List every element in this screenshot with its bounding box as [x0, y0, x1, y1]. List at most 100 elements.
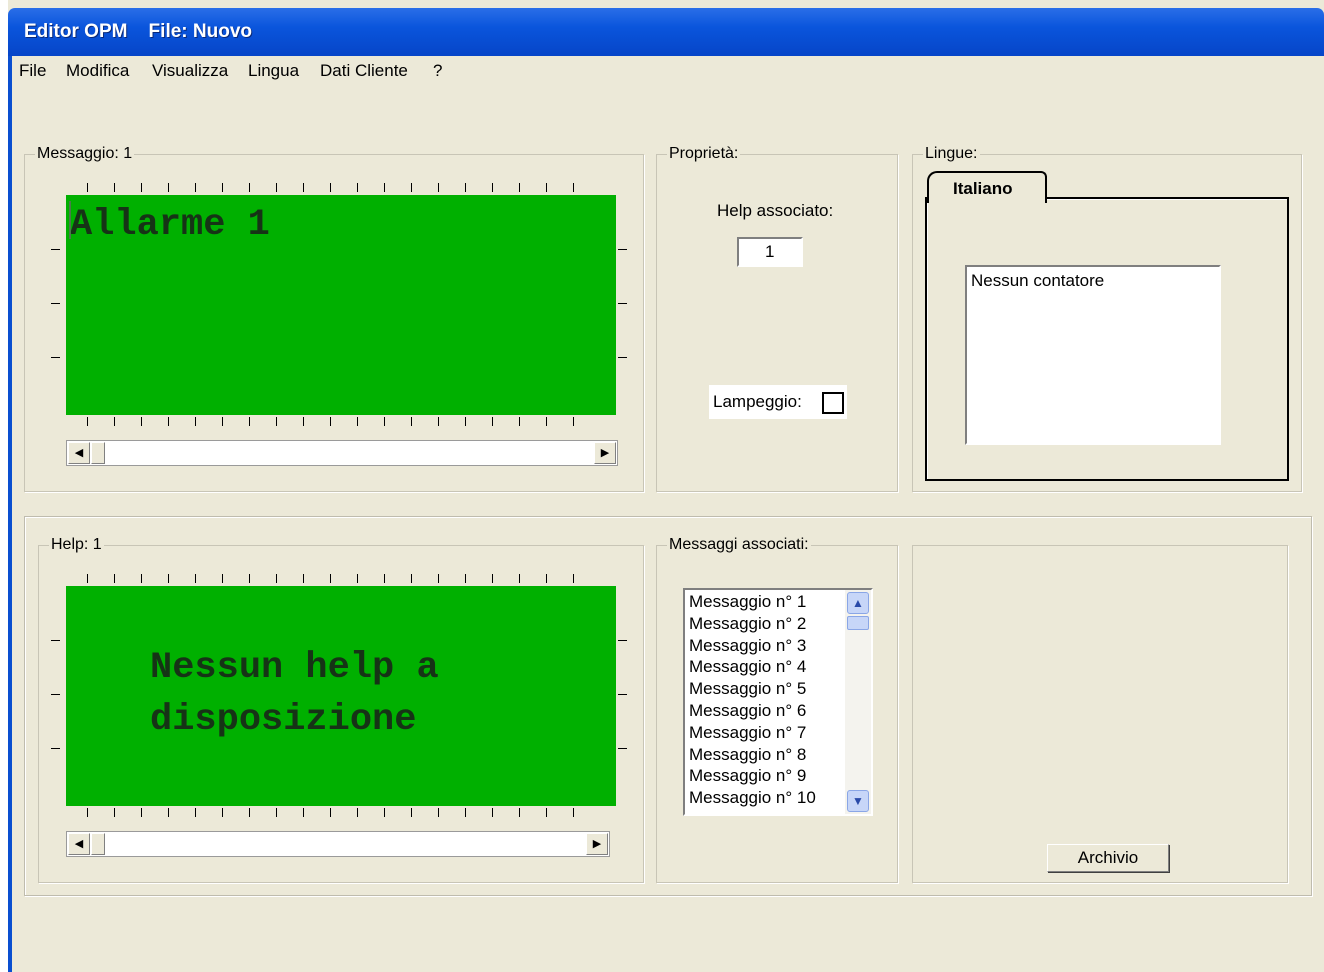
ruler-tick [141, 183, 142, 192]
scroll-up-button[interactable]: ▲ [847, 592, 869, 614]
ruler-tick [303, 183, 304, 192]
ruler-tick [618, 640, 627, 641]
scroll-thumb[interactable] [847, 616, 869, 630]
ruler-tick [249, 574, 250, 583]
ruler-tick [51, 640, 60, 641]
list-item[interactable]: Messaggio n° 9 [689, 766, 806, 786]
ruler-tick [357, 574, 358, 583]
list-item[interactable]: Messaggio n° 4 [689, 657, 806, 677]
ruler-tick [222, 574, 223, 583]
scroll-thumb[interactable] [91, 833, 105, 855]
ruler-tick [195, 183, 196, 192]
ruler-tick [573, 417, 574, 426]
ruler-tick [330, 574, 331, 583]
text-cursor [69, 201, 71, 239]
ruler-tick [465, 574, 466, 583]
ruler-tick [546, 574, 547, 583]
scroll-right-button[interactable]: ▶ [594, 442, 616, 464]
ruler-top [87, 183, 607, 193]
list-item[interactable]: Messaggio n° 8 [689, 745, 806, 765]
scroll-left-button[interactable]: ◀ [68, 833, 90, 855]
ruler-tick [222, 183, 223, 192]
lingue-legend: Lingue: [923, 145, 980, 163]
ruler-tick [546, 808, 547, 817]
ruler-tick [618, 249, 627, 250]
lampeggio-checkbox[interactable] [822, 392, 844, 414]
ruler-tick [330, 183, 331, 192]
ruler-tick [519, 808, 520, 817]
ruler-tick [492, 808, 493, 817]
tab-italiano-label: Italiano [953, 179, 1013, 198]
ruler-tick [573, 183, 574, 192]
scroll-thumb[interactable] [91, 442, 105, 464]
list-item[interactable]: Messaggio n° 10 [689, 788, 816, 808]
ruler-tick [438, 417, 439, 426]
ruler-tick [618, 748, 627, 749]
help-lcd-line-2: disposizione [150, 699, 417, 741]
menu-file[interactable]: File [19, 61, 46, 81]
help-group: Help: 1 Nessun help a disposizione ◀ ▶ [38, 536, 644, 883]
scroll-down-button[interactable]: ▼ [847, 790, 869, 812]
menu-dati-cliente[interactable]: Dati Cliente [320, 61, 408, 81]
list-item[interactable]: Messaggio n° 2 [689, 614, 806, 634]
ruler-tick [573, 808, 574, 817]
title-bar: Editor OPM File: Nuovo [8, 8, 1324, 56]
ruler-tick [384, 808, 385, 817]
help-associato-field[interactable]: 1 [737, 237, 803, 267]
menu-visualizza[interactable]: Visualizza [152, 61, 228, 81]
ruler-tick [249, 417, 250, 426]
ruler-tick [114, 808, 115, 817]
ruler-tick [438, 183, 439, 192]
counter-list[interactable]: Nessun contatore [965, 265, 1221, 445]
scroll-right-button[interactable]: ▶ [586, 833, 608, 855]
menu-bar: File Modifica Visualizza Lingua Dati Cli… [8, 56, 1324, 86]
help-hscrollbar[interactable]: ◀ ▶ [66, 831, 610, 857]
archivio-button[interactable]: Archivio [1047, 844, 1169, 872]
ruler-tick [330, 417, 331, 426]
ruler-tick [357, 183, 358, 192]
list-item[interactable]: Messaggio n° 1 [689, 592, 806, 612]
ruler-tick [87, 808, 88, 817]
ruler-tick [276, 417, 277, 426]
ruler-tick [168, 417, 169, 426]
ruler-tick [438, 808, 439, 817]
tab-italiano[interactable]: Italiano [927, 171, 1047, 203]
list-item[interactable]: Messaggio n° 5 [689, 679, 806, 699]
ruler-top [87, 574, 607, 584]
ruler-tick [618, 694, 627, 695]
ruler-tick [618, 303, 627, 304]
menu-modifica[interactable]: Modifica [66, 61, 129, 81]
list-vscrollbar[interactable]: ▲ ▼ [845, 590, 871, 814]
ruler-tick [276, 808, 277, 817]
ruler-tick [303, 417, 304, 426]
messaggi-associati-list[interactable]: Messaggio n° 1 Messaggio n° 2 Messaggio n°… [683, 588, 873, 816]
ruler-tick [546, 183, 547, 192]
ruler-tick [87, 183, 88, 192]
menu-lingua[interactable]: Lingua [248, 61, 299, 81]
ruler-tick [141, 574, 142, 583]
ruler-tick [411, 808, 412, 817]
message-lcd-display[interactable]: Allarme 1 [66, 195, 616, 415]
help-lcd-display[interactable]: Nessun help a disposizione [66, 586, 616, 806]
message-hscrollbar[interactable]: ◀ ▶ [66, 440, 618, 466]
ruler-tick [249, 183, 250, 192]
help-lcd-line-1: Nessun help a [150, 647, 439, 689]
list-item[interactable]: Messaggio n° 6 [689, 701, 806, 721]
messaggio-group: Messaggio: 1 Allarme 1 ◀ ▶ [24, 145, 644, 492]
ruler-tick [519, 574, 520, 583]
main-window: Editor OPM File: Nuovo File Modifica Vis… [8, 0, 1324, 972]
ruler-tick [51, 249, 60, 250]
ruler-tick [114, 574, 115, 583]
window-border [8, 56, 12, 972]
ruler-tick [411, 574, 412, 583]
scroll-left-button[interactable]: ◀ [68, 442, 90, 464]
ruler-tick [51, 694, 60, 695]
ruler-tick [195, 574, 196, 583]
list-item[interactable]: Messaggio n° 3 [689, 636, 806, 656]
list-item[interactable]: Messaggio n° 7 [689, 723, 806, 743]
ruler-tick [276, 183, 277, 192]
menu-help[interactable]: ? [433, 61, 442, 81]
ruler-tick [114, 417, 115, 426]
ruler-tick [411, 183, 412, 192]
window-title: Editor OPM File: Nuovo [24, 21, 252, 42]
